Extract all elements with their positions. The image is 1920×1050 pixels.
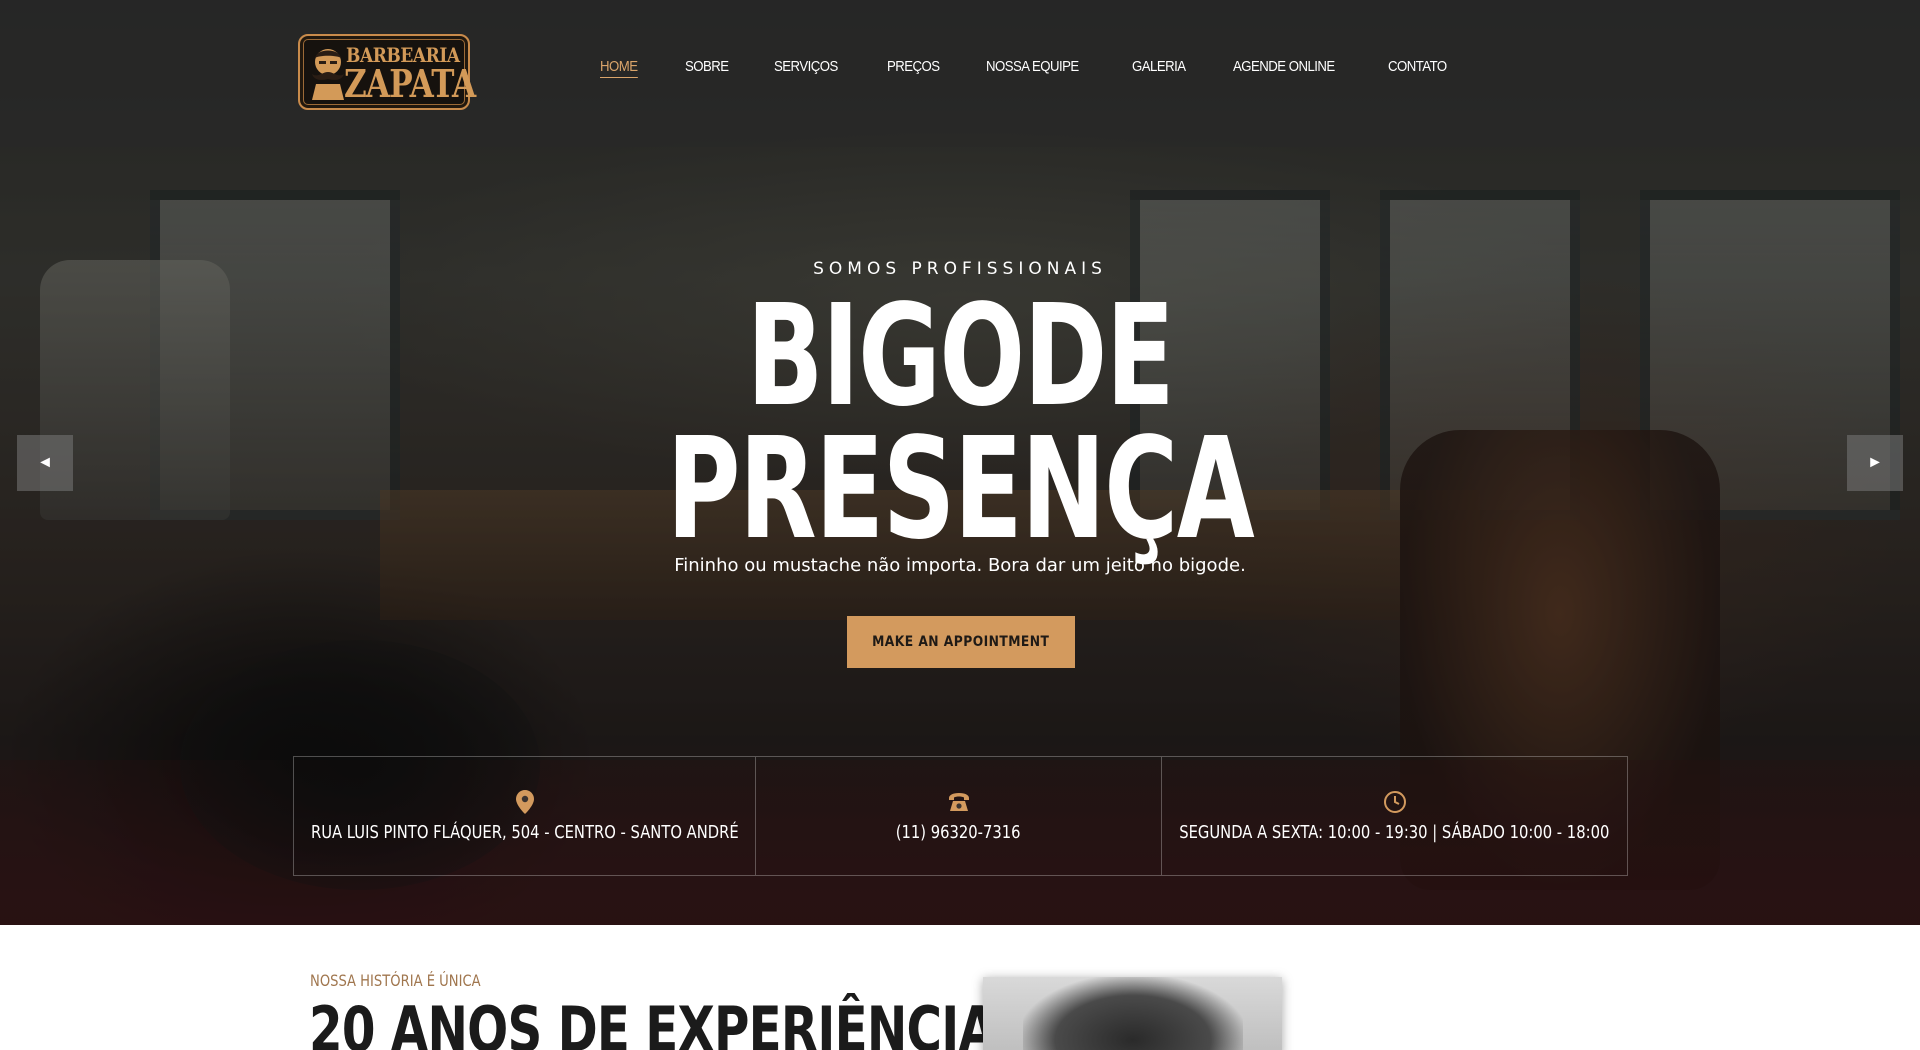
barber-portrait-image <box>983 977 1282 1050</box>
hero-title-line2: PRESENÇA <box>666 408 1255 571</box>
about-title: 20 ANOS DE EXPERIÊNCIA <box>309 993 996 1050</box>
nav-item-contato[interactable]: CONTATO <box>1388 58 1447 78</box>
arrow-right-icon: ► <box>1867 454 1883 471</box>
about-eyebrow: NOSSA HISTÓRIA É ÚNICA <box>310 971 481 990</box>
about-section: NOSSA HISTÓRIA É ÚNICA 20 ANOS DE EXPERI… <box>0 925 1920 1050</box>
hero-subtitle: Fininho ou mustache não importa. Bora da… <box>674 555 1246 576</box>
info-bar: RUA LUIS PINTO FLÁQUER, 504 - CENTRO - S… <box>293 756 1628 876</box>
make-appointment-button[interactable]: MAKE AN APPOINTMENT <box>847 616 1075 668</box>
clock-icon <box>1383 790 1407 814</box>
nav-item-sobre[interactable]: SOBRE <box>685 58 729 78</box>
logo-text-line2: ZAPATA <box>344 61 476 106</box>
arrow-left-icon: ◄ <box>37 454 53 471</box>
nav-item-servicos[interactable]: SERVIÇOS <box>774 58 838 78</box>
address-text: RUA LUIS PINTO FLÁQUER, 504 - CENTRO - S… <box>310 821 739 843</box>
phone-text: (11) 96320-7316 <box>896 821 1021 843</box>
make-appointment-label: MAKE AN APPOINTMENT <box>872 634 1050 650</box>
info-hours: SEGUNDA A SEXTA: 10:00 - 19:30 | SÁBADO … <box>1161 757 1627 875</box>
nav-item-precos[interactable]: PREÇOS <box>887 58 940 78</box>
nav-item-nossa-equipe[interactable]: NOSSA EQUIPE <box>986 58 1079 78</box>
info-address: RUA LUIS PINTO FLÁQUER, 504 - CENTRO - S… <box>294 757 755 875</box>
nav-item-galeria[interactable]: GALERIA <box>1132 58 1186 78</box>
main-nav: HOME SOBRE SERVIÇOS PREÇOS NOSSA EQUIPE … <box>600 58 1495 78</box>
map-pin-icon <box>513 789 537 814</box>
nav-item-agende-online[interactable]: AGENDE ONLINE <box>1233 58 1335 78</box>
slider-prev-button[interactable]: ◄ <box>17 435 73 491</box>
hero-title-line1: BIGODE <box>746 275 1175 438</box>
site-header: BARBEARIA ZAPATA HOME SOBRE SERVIÇOS PRE… <box>0 0 1920 147</box>
hours-text: SEGUNDA A SEXTA: 10:00 - 19:30 | SÁBADO … <box>1179 821 1610 843</box>
info-phone: (11) 96320-7316 <box>755 757 1161 875</box>
nav-item-home[interactable]: HOME <box>600 58 638 78</box>
phone-icon <box>947 790 971 814</box>
mustache-man-icon <box>312 49 344 100</box>
brand-logo[interactable]: BARBEARIA ZAPATA <box>298 34 476 110</box>
slider-next-button[interactable]: ► <box>1847 435 1903 491</box>
